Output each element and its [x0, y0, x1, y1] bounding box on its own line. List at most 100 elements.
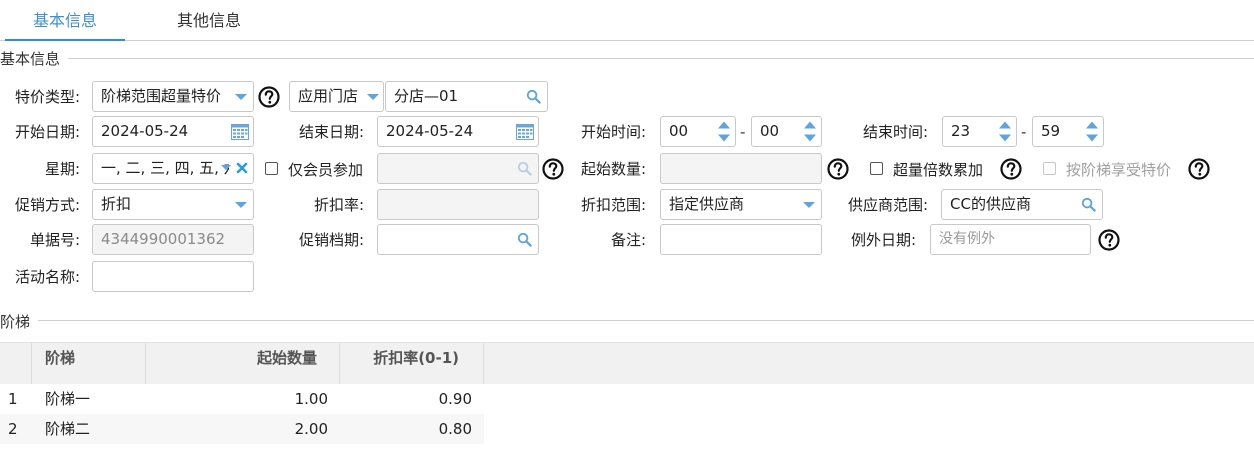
- col-header-tier[interactable]: 阶梯: [32, 343, 146, 384]
- start-date-label: 开始日期:: [14, 123, 80, 141]
- doc-no-value: 4344990001362: [101, 230, 226, 248]
- weekday-multiselect[interactable]: 一, 二, 三, 四, 五, 六: [92, 153, 254, 184]
- exception-date-label: 例外日期:: [850, 231, 916, 249]
- spinner-arrows-icon[interactable]: [1085, 120, 1099, 143]
- over-multiple-label: 超量倍数累加: [893, 161, 984, 179]
- end-time-label: 结束时间:: [862, 123, 928, 141]
- row-index: 2: [8, 420, 18, 438]
- promo-method-select[interactable]: 折扣: [92, 189, 254, 220]
- apply-scope-select[interactable]: 应用门店: [289, 81, 384, 112]
- spinner-arrows-icon[interactable]: [803, 120, 817, 143]
- remark-label: 备注:: [610, 231, 646, 249]
- row-discount-rate: 0.80: [438, 420, 472, 438]
- row-discount-rate: 0.90: [438, 390, 472, 408]
- promo-method-value: 折扣: [101, 195, 132, 213]
- help-icon[interactable]: [1098, 229, 1120, 251]
- tier-divider: [38, 320, 1254, 321]
- tab-other-info[interactable]: 其他信息: [149, 0, 269, 41]
- chevron-down-icon: [803, 202, 815, 208]
- chevron-down-icon: [235, 202, 247, 208]
- help-icon[interactable]: [827, 158, 849, 180]
- calendar-icon[interactable]: [231, 124, 249, 140]
- promo-type-label: 特价类型:: [14, 88, 80, 106]
- member-only-checkbox[interactable]: [265, 162, 278, 175]
- clear-icon[interactable]: [236, 162, 248, 174]
- col-header-start-qty[interactable]: 起始数量: [146, 343, 340, 384]
- end-minute-spinner[interactable]: 59: [1032, 116, 1104, 147]
- supplier-scope-picker[interactable]: CC的供应商: [941, 189, 1103, 220]
- store-value: 分店—01: [394, 87, 459, 105]
- col-header-index: [0, 343, 32, 384]
- search-icon[interactable]: [517, 161, 532, 176]
- promo-type-select[interactable]: 阶梯范围超量特价: [92, 81, 254, 112]
- start-qty-input[interactable]: [660, 153, 822, 184]
- member-search-input[interactable]: [377, 153, 539, 184]
- exception-date-input[interactable]: 没有例外: [930, 224, 1091, 255]
- tier-price-label: 按阶梯享受特价: [1066, 161, 1172, 179]
- search-icon[interactable]: [517, 232, 532, 247]
- tier-legend: 阶梯: [0, 313, 31, 331]
- doc-no-label: 单据号:: [29, 231, 80, 249]
- start-date-input[interactable]: 2024-05-24: [92, 116, 254, 147]
- time-separator: -: [1021, 123, 1027, 141]
- end-date-label: 结束日期:: [298, 123, 364, 141]
- discount-rate-input[interactable]: [377, 189, 539, 220]
- doc-no-input: 4344990001362: [92, 224, 254, 255]
- supplier-scope-value: CC的供应商: [950, 195, 1031, 213]
- promo-period-picker[interactable]: [377, 224, 539, 255]
- basic-info-legend: 基本信息: [0, 50, 61, 68]
- member-only-label: 仅会员参加: [288, 161, 364, 179]
- tab-basic-info[interactable]: 基本信息: [5, 0, 125, 41]
- chevron-down-icon[interactable]: [221, 165, 231, 170]
- end-hour-value: 23: [951, 122, 971, 140]
- discount-scope-value: 指定供应商: [669, 195, 745, 213]
- search-icon[interactable]: [1081, 197, 1096, 212]
- calendar-icon[interactable]: [516, 124, 534, 140]
- row-tier: 阶梯一: [45, 390, 91, 408]
- chevron-down-icon: [367, 94, 379, 100]
- table-row[interactable]: 2 阶梯二 2.00 0.80: [0, 414, 484, 444]
- end-minute-value: 59: [1041, 122, 1061, 140]
- discount-rate-label: 折扣率:: [313, 196, 364, 214]
- basic-info-divider: [68, 58, 1254, 59]
- supplier-scope-label: 供应商范围:: [847, 196, 928, 214]
- discount-scope-select[interactable]: 指定供应商: [660, 189, 822, 220]
- start-hour-spinner[interactable]: 00: [660, 116, 736, 147]
- row-index: 1: [8, 390, 18, 408]
- row-start-qty: 1.00: [294, 390, 328, 408]
- promo-method-label: 促销方式:: [14, 196, 80, 214]
- table-row[interactable]: 1 阶梯一 1.00 0.90: [0, 384, 484, 414]
- store-picker[interactable]: 分店—01: [385, 81, 548, 112]
- col-header-discount-rate[interactable]: 折扣率(0-1): [340, 343, 484, 384]
- remark-input[interactable]: [660, 224, 822, 255]
- discount-scope-label: 折扣范围:: [580, 196, 646, 214]
- exception-date-placeholder: 没有例外: [939, 231, 995, 247]
- row-tier: 阶梯二: [45, 420, 91, 438]
- tab-bar: 基本信息 其他信息: [0, 0, 1254, 41]
- row-start-qty: 2.00: [294, 420, 328, 438]
- help-icon[interactable]: [1188, 158, 1210, 180]
- chevron-down-icon: [235, 94, 247, 100]
- end-hour-spinner[interactable]: 23: [942, 116, 1017, 147]
- start-minute-spinner[interactable]: 00: [751, 116, 822, 147]
- activity-name-input[interactable]: [92, 261, 254, 292]
- over-multiple-checkbox[interactable]: [870, 162, 883, 175]
- start-qty-label: 起始数量:: [580, 160, 646, 178]
- help-icon[interactable]: [1000, 158, 1022, 180]
- promo-period-label: 促销档期:: [298, 231, 364, 249]
- table-header: 阶梯 起始数量 折扣率(0-1): [0, 342, 1254, 384]
- spinner-arrows-icon[interactable]: [998, 120, 1012, 143]
- time-separator: -: [740, 123, 746, 141]
- start-minute-value: 00: [760, 122, 780, 140]
- weekday-label: 星期:: [44, 160, 80, 178]
- apply-scope-value: 应用门店: [298, 87, 359, 105]
- help-icon[interactable]: [258, 86, 280, 108]
- end-date-input[interactable]: 2024-05-24: [377, 116, 539, 147]
- weekday-value: 一, 二, 三, 四, 五, 六: [101, 159, 229, 177]
- promo-type-value: 阶梯范围超量特价: [101, 87, 222, 105]
- activity-name-label: 活动名称:: [14, 268, 80, 286]
- tier-price-checkbox[interactable]: [1043, 162, 1056, 175]
- spinner-arrows-icon[interactable]: [717, 120, 731, 143]
- search-icon[interactable]: [526, 89, 541, 104]
- end-date-value: 2024-05-24: [386, 122, 474, 140]
